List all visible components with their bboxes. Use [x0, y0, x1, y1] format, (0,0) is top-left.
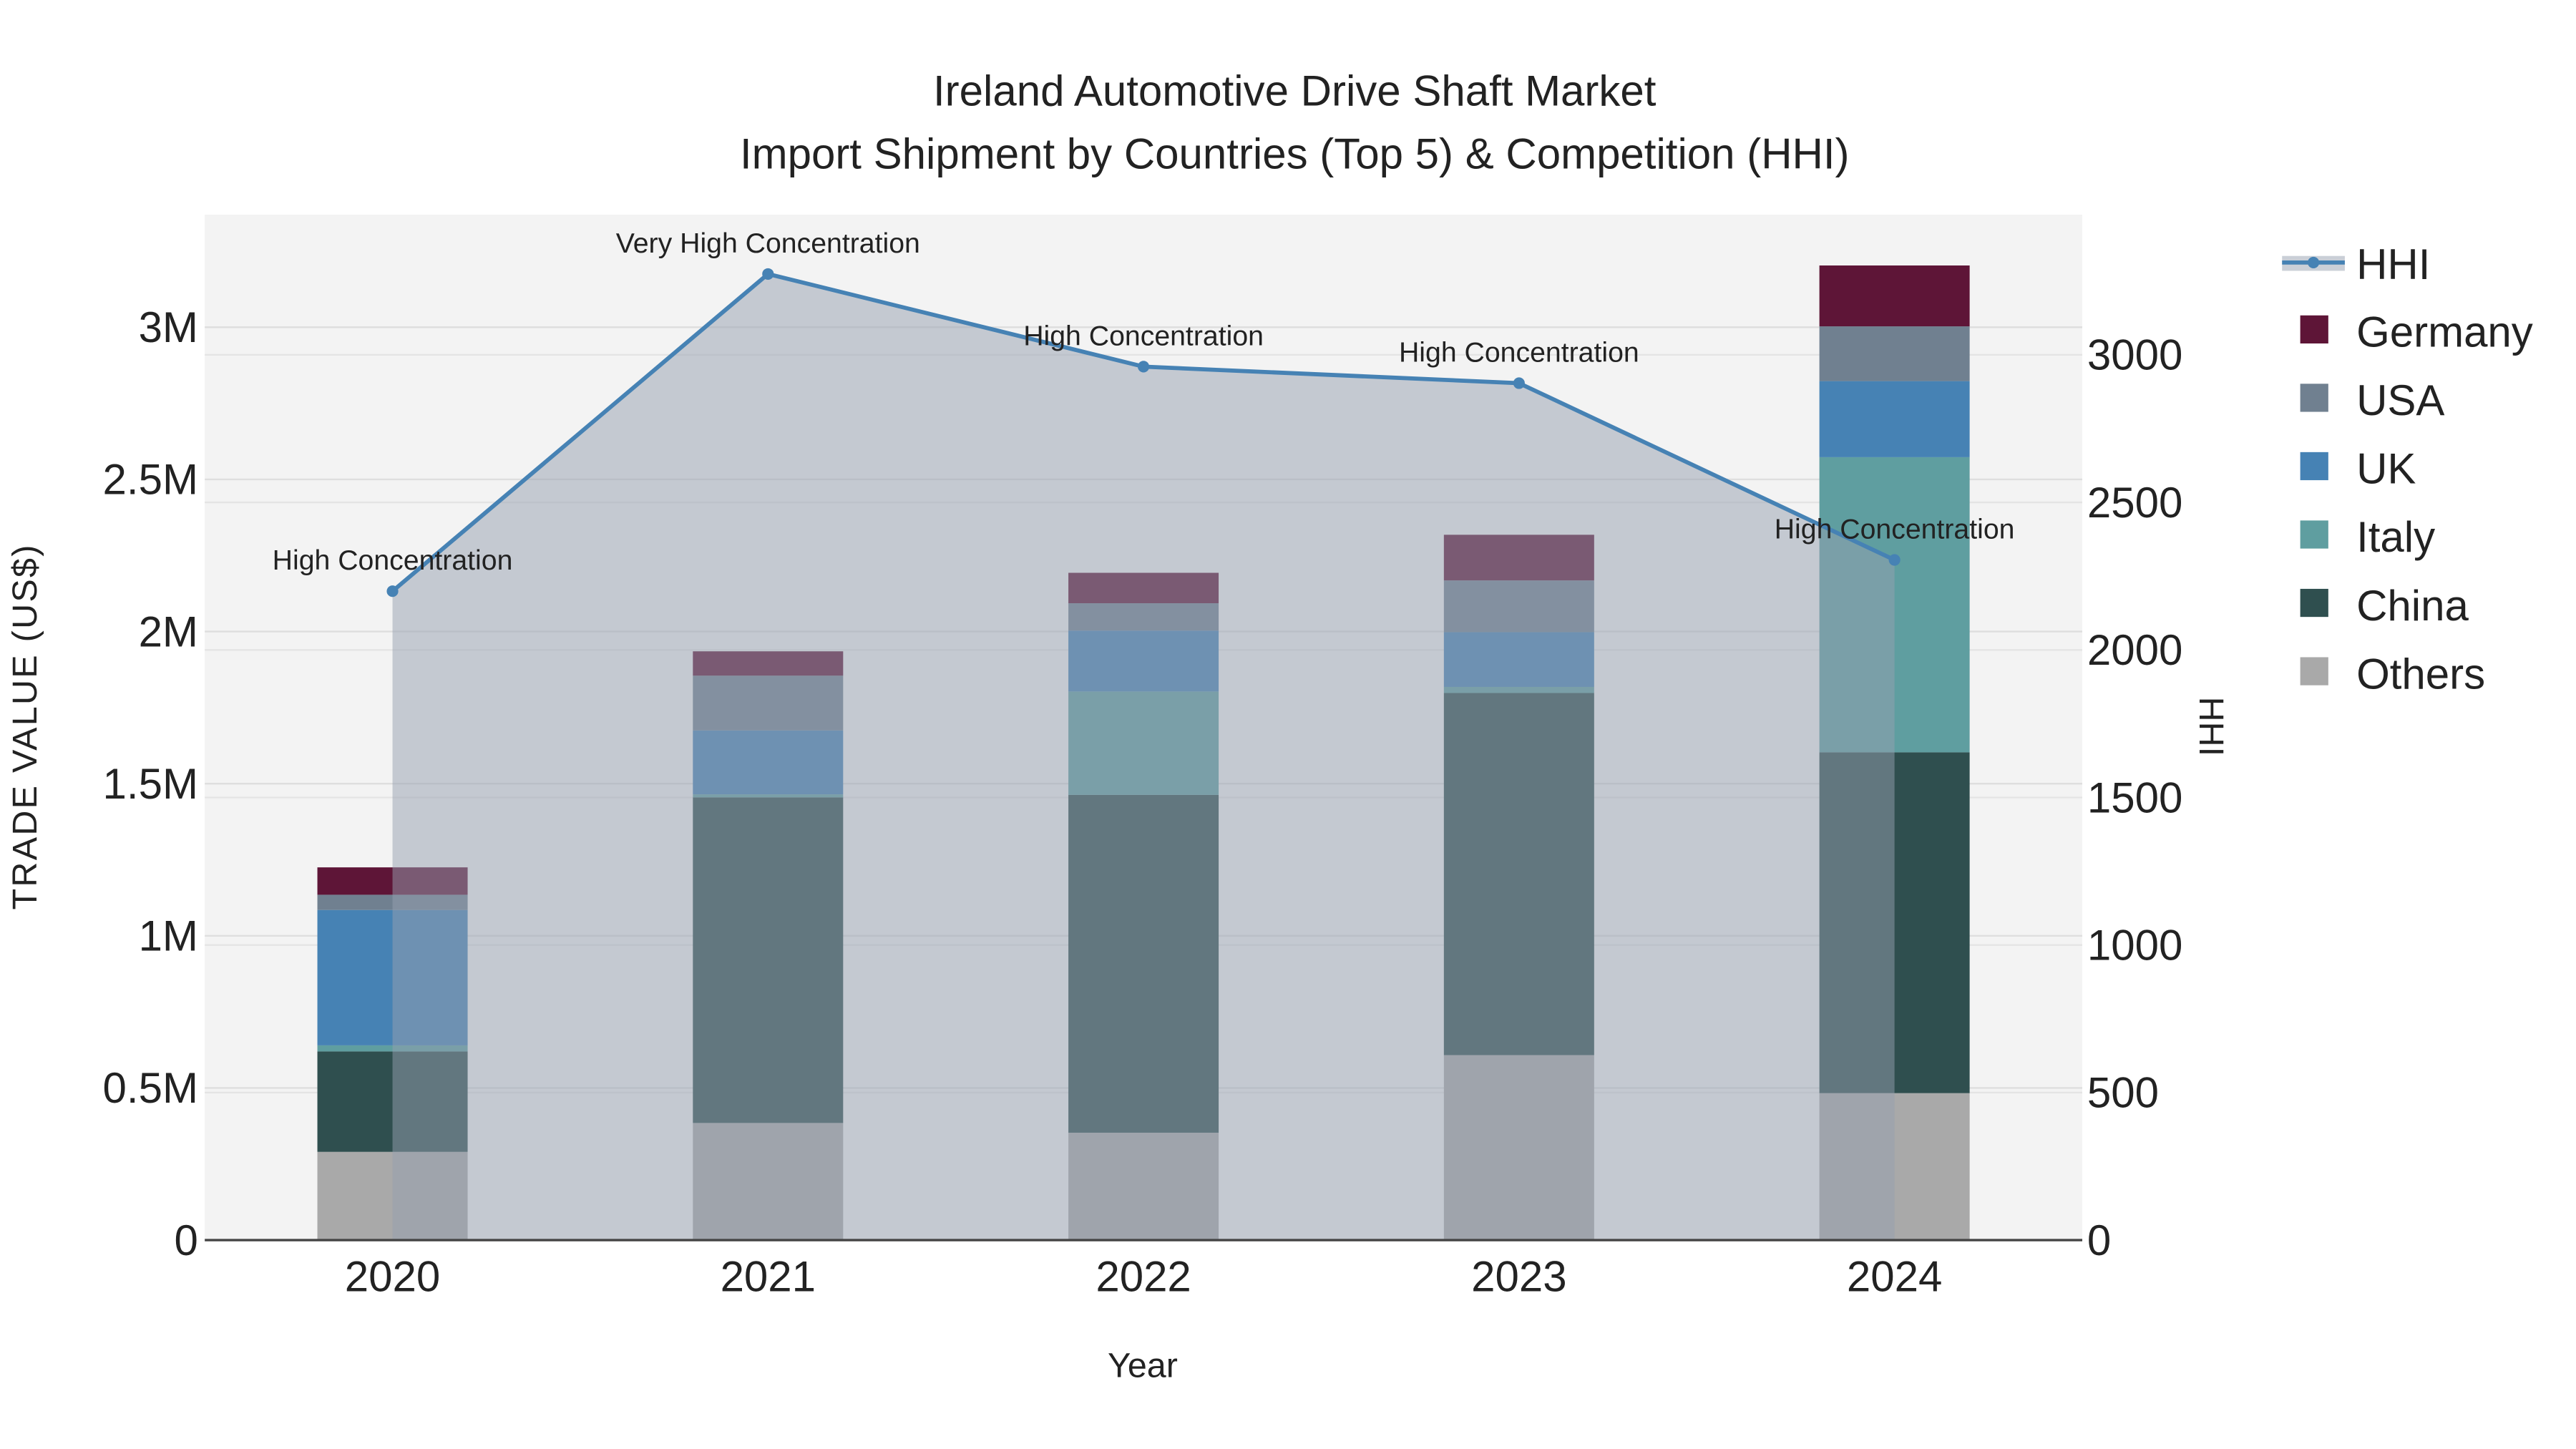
- legend: HHI Germany USA UK Italy China Others: [2282, 240, 2533, 698]
- y2-tick-label: 1500: [2087, 774, 2182, 821]
- y-tick-label: 0.5M: [103, 1064, 198, 1112]
- y2-axis-title: HHI: [2192, 697, 2230, 756]
- y-tick-label: 2M: [139, 608, 198, 655]
- y2-tick-label: 3000: [2087, 331, 2182, 379]
- hhi-point: [1513, 377, 1525, 389]
- y-tick-label: 2.5M: [103, 456, 198, 504]
- y2-axis-ticks: 0 500 1000 1500 2000 2500 3000: [2087, 331, 2182, 1264]
- legend-label: Germany: [2356, 308, 2533, 356]
- y-tick-label: 0: [175, 1216, 198, 1264]
- hhi-annotation: Very High Concentration: [616, 228, 920, 259]
- legend-swatch-germany: [2300, 315, 2328, 343]
- hhi-point: [386, 585, 399, 597]
- legend-label: HHI: [2356, 240, 2430, 288]
- legend-swatch-china: [2300, 588, 2328, 618]
- y-axis-ticks: 0 0.5M 1M 1.5M 2M 2.5M 3M: [103, 303, 198, 1264]
- hhi-annotation: High Concentration: [1399, 336, 1639, 368]
- y2-tick-label: 1000: [2087, 921, 2182, 969]
- x-axis-ticks: 2020 2021 2022 2023 2024: [345, 1253, 1943, 1301]
- legend-swatch-italy: [2300, 520, 2328, 549]
- legend-swatch-usa: [2300, 384, 2328, 412]
- hhi-annotation: High Concentration: [1775, 514, 2015, 545]
- y2-tick-label: 0: [2087, 1216, 2111, 1264]
- x-tick-label: 2023: [1471, 1253, 1566, 1301]
- hhi-point: [1888, 554, 1901, 566]
- chart: Ireland Automotive Drive Shaft Market Im…: [6, 67, 2533, 1385]
- legend-label: UK: [2356, 445, 2416, 493]
- hhi-annotation: High Concentration: [273, 545, 513, 576]
- legend-swatch-others: [2300, 657, 2328, 686]
- chart-subtitle: Import Shipment by Countries (Top 5) & C…: [740, 130, 1850, 177]
- bar-uk-2024: [1819, 381, 1970, 457]
- hhi-annotation: High Concentration: [1023, 320, 1264, 351]
- y2-tick-label: 500: [2087, 1069, 2159, 1117]
- y-tick-label: 1M: [139, 912, 198, 960]
- chart-title: Ireland Automotive Drive Shaft Market: [933, 67, 1657, 115]
- x-axis-title: Year: [1108, 1347, 1178, 1385]
- x-tick-label: 2021: [721, 1253, 816, 1301]
- y-axis-title: TRADE VALUE (US$): [6, 543, 44, 909]
- x-tick-label: 2022: [1096, 1253, 1191, 1301]
- legend-swatch-uk: [2300, 452, 2328, 481]
- y2-tick-label: 2000: [2087, 626, 2182, 674]
- y-tick-label: 3M: [139, 303, 198, 351]
- legend-label: China: [2356, 582, 2469, 630]
- bar-usa-2024: [1819, 326, 1970, 381]
- legend-label: Others: [2356, 650, 2485, 698]
- y2-tick-label: 2500: [2087, 479, 2182, 527]
- legend-hhi-marker: [2308, 256, 2320, 268]
- x-tick-label: 2024: [1847, 1253, 1942, 1301]
- bar-germany-2024: [1819, 265, 1970, 327]
- hhi-point: [762, 268, 774, 280]
- legend-label: USA: [2356, 376, 2444, 424]
- y-tick-label: 1.5M: [103, 760, 198, 808]
- hhi-point: [1138, 361, 1150, 373]
- legend-label: Italy: [2356, 513, 2435, 561]
- x-tick-label: 2020: [345, 1253, 440, 1301]
